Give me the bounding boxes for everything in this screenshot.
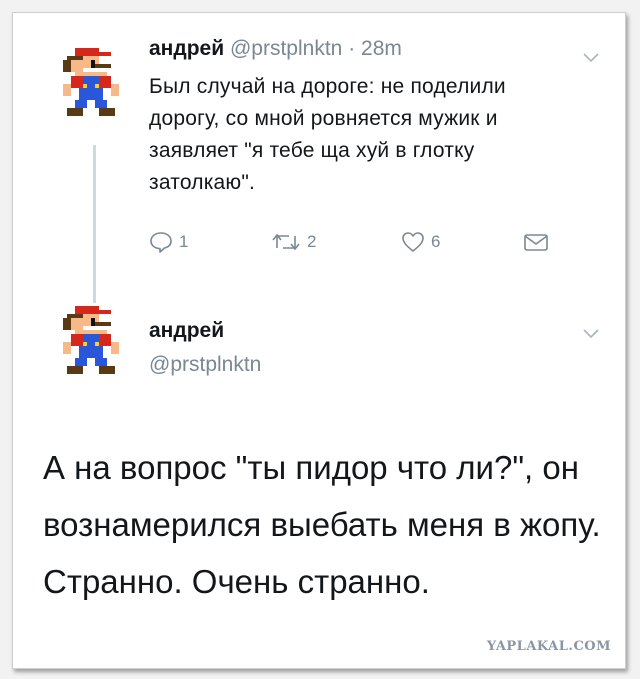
dm-button[interactable] (523, 231, 549, 253)
tweet-card: андрей @prstplnktn · 28m Был случай на д… (12, 12, 626, 669)
dm-icon (524, 234, 548, 251)
like-icon (402, 232, 424, 252)
tweet2-text: А на вопрос "ты пидор что ли?", он возна… (43, 449, 601, 600)
tweet2-display-name[interactable]: андрей (149, 319, 224, 343)
chevron-down-icon[interactable] (583, 53, 599, 63)
chevron-down-icon[interactable] (583, 329, 599, 339)
mario-avatar[interactable] (63, 48, 119, 120)
tweet1-handle[interactable]: @prstplnktn (230, 37, 342, 60)
retweet-icon (272, 233, 300, 251)
retweet-count: 2 (307, 232, 317, 251)
tweet2-handle[interactable]: @prstplnktn (149, 353, 261, 377)
tweet1-separator: · (348, 37, 356, 60)
tweet1-header: андрей @prstplnktn · 28m (149, 37, 402, 61)
watermark: YAPLAKAL.COM (486, 639, 611, 654)
mario-avatar[interactable] (63, 306, 119, 378)
retweet-button[interactable]: 2 (271, 231, 316, 253)
thread-line (93, 145, 96, 303)
reply-button[interactable]: 1 (149, 231, 188, 253)
tweet1-text: Был случай на дороге: не поделили дорогу… (149, 75, 506, 194)
like-button[interactable]: 6 (401, 231, 440, 253)
reply-icon (150, 232, 172, 253)
tweet1-display-name[interactable]: андрей (149, 37, 224, 60)
tweet1-time[interactable]: 28m (361, 37, 402, 60)
reply-count: 1 (179, 232, 189, 251)
tweet1-actions: 1 2 6 (149, 231, 569, 257)
like-count: 6 (431, 232, 441, 251)
